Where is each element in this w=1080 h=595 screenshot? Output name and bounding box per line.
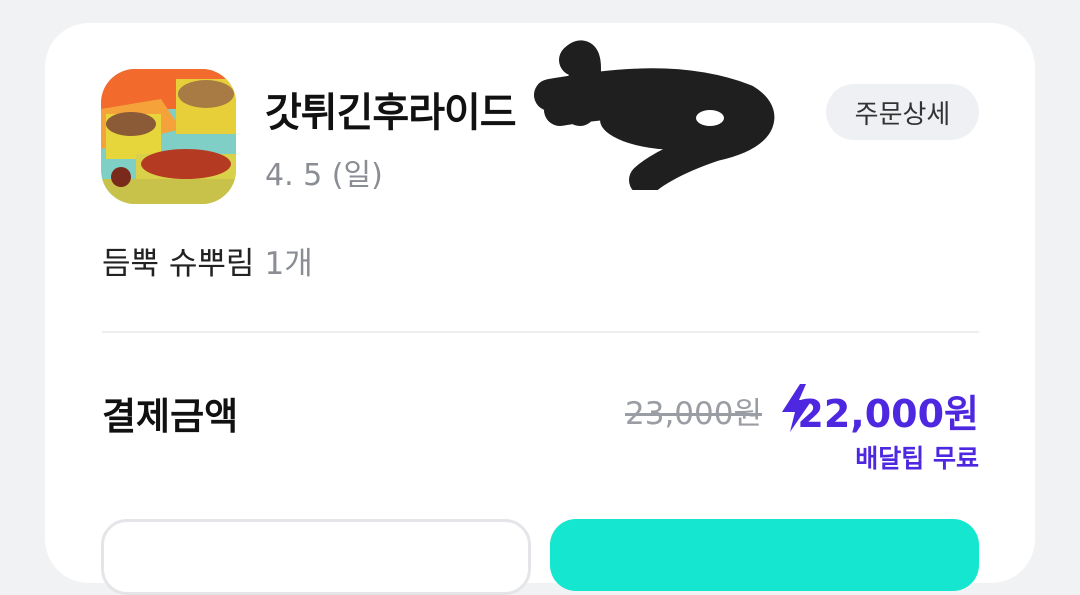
order-date: 4. 5 (일) (265, 158, 383, 193)
store-thumbnail[interactable] (101, 69, 236, 204)
final-price: 22,000원 (797, 392, 979, 436)
store-name: 갓튀긴후라이드 (265, 90, 517, 136)
order-detail-button[interactable]: 주문상세 (826, 84, 979, 140)
menu-item-name: 듬뿍 슈뿌림 (102, 246, 255, 282)
primary-action-button[interactable] (550, 519, 979, 591)
payment-label: 결제금액 (102, 395, 239, 438)
free-delivery-badge: 배달팁 무료 (855, 444, 979, 473)
secondary-action-button[interactable] (101, 519, 531, 595)
menu-summary: 듬뿍 슈뿌림 1개 (102, 238, 313, 283)
redaction-scribble (534, 40, 775, 190)
divider (102, 331, 979, 333)
original-price: 23,000원 (625, 396, 762, 432)
menu-item-quantity: 1개 (264, 246, 313, 282)
